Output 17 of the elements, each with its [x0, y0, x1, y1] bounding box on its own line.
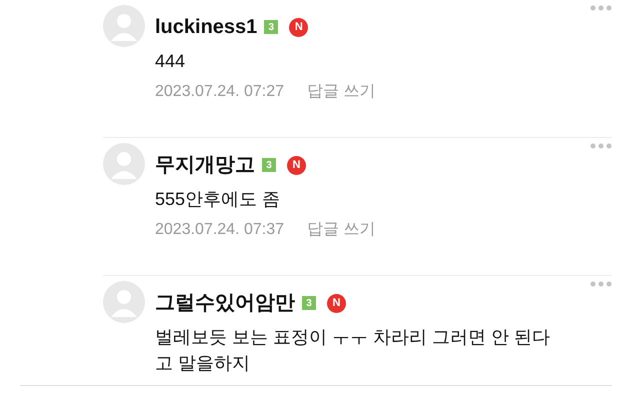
- more-icon[interactable]: [590, 143, 612, 149]
- comment-date: 2023.07.24. 07:37: [155, 220, 284, 240]
- new-badge: N: [327, 294, 346, 312]
- author-name[interactable]: 무지개망고: [155, 153, 255, 177]
- new-badge: N: [287, 156, 306, 174]
- comment-text: 444: [155, 50, 186, 73]
- level-badge: 3: [302, 296, 316, 310]
- more-icon[interactable]: [590, 281, 612, 287]
- comment-text: 555안후에도 좀: [155, 188, 282, 211]
- comment-date: 2023.07.24. 07:27: [155, 82, 284, 102]
- level-badge: 3: [262, 158, 276, 172]
- comment-text: 벌레보듯 보는 표정이 ㅜㅜ 차라리 그러면 안 된다고 말을하지: [155, 326, 552, 375]
- level-badge: 3: [264, 20, 278, 34]
- author-name[interactable]: luckiness1: [155, 15, 258, 39]
- new-badge: N: [289, 18, 308, 36]
- author-name[interactable]: 그럴수있어암만: [155, 291, 295, 315]
- more-icon[interactable]: [590, 5, 612, 11]
